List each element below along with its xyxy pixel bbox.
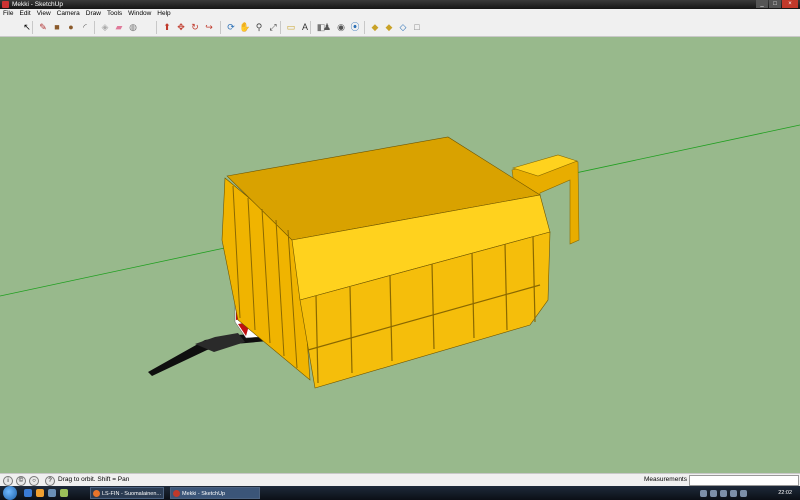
user-icon[interactable]: ○: [29, 476, 39, 486]
tray-icon-1[interactable]: [700, 489, 707, 497]
sketchup-icon: [173, 490, 180, 497]
status-hint: Drag to orbit. Shift = Pan: [58, 476, 130, 483]
taskbar-item-sketchup[interactable]: Mekki - SketchUp: [170, 487, 260, 499]
measurements-input[interactable]: [689, 475, 799, 486]
drawing-viewport[interactable]: [0, 37, 800, 473]
system-tray: [700, 487, 747, 499]
network-icon[interactable]: [740, 489, 747, 497]
measurements-label: Measurements: [644, 476, 687, 483]
quicklaunch-desktop-icon[interactable]: [48, 489, 56, 497]
start-button[interactable]: [3, 486, 17, 500]
tray-icon-3[interactable]: [720, 489, 727, 497]
volume-icon[interactable]: [730, 489, 737, 497]
geo-location-icon[interactable]: i: [3, 476, 13, 486]
windows-taskbar: LS-FIN - Suomalainen... Mekki - SketchUp…: [0, 486, 800, 500]
taskbar-item-label: LS-FIN - Suomalainen...: [102, 491, 161, 497]
tray-icon-2[interactable]: [710, 489, 717, 497]
help-icon[interactable]: ?: [45, 476, 55, 486]
quicklaunch-app-icon[interactable]: [60, 489, 68, 497]
firefox-icon: [93, 490, 100, 497]
taskbar-item-label: Mekki - SketchUp: [182, 491, 226, 497]
status-bar: i © ○ ? Drag to orbit. Shift = Pan Measu…: [0, 473, 800, 486]
quicklaunch-ie-icon[interactable]: [24, 489, 32, 497]
taskbar-item-firefox[interactable]: LS-FIN - Suomalainen...: [90, 487, 164, 499]
model-canvas[interactable]: [0, 0, 800, 500]
credits-icon[interactable]: ©: [16, 476, 26, 486]
taskbar-clock[interactable]: 22:02: [778, 486, 792, 500]
quicklaunch-firefox-icon[interactable]: [36, 489, 44, 497]
